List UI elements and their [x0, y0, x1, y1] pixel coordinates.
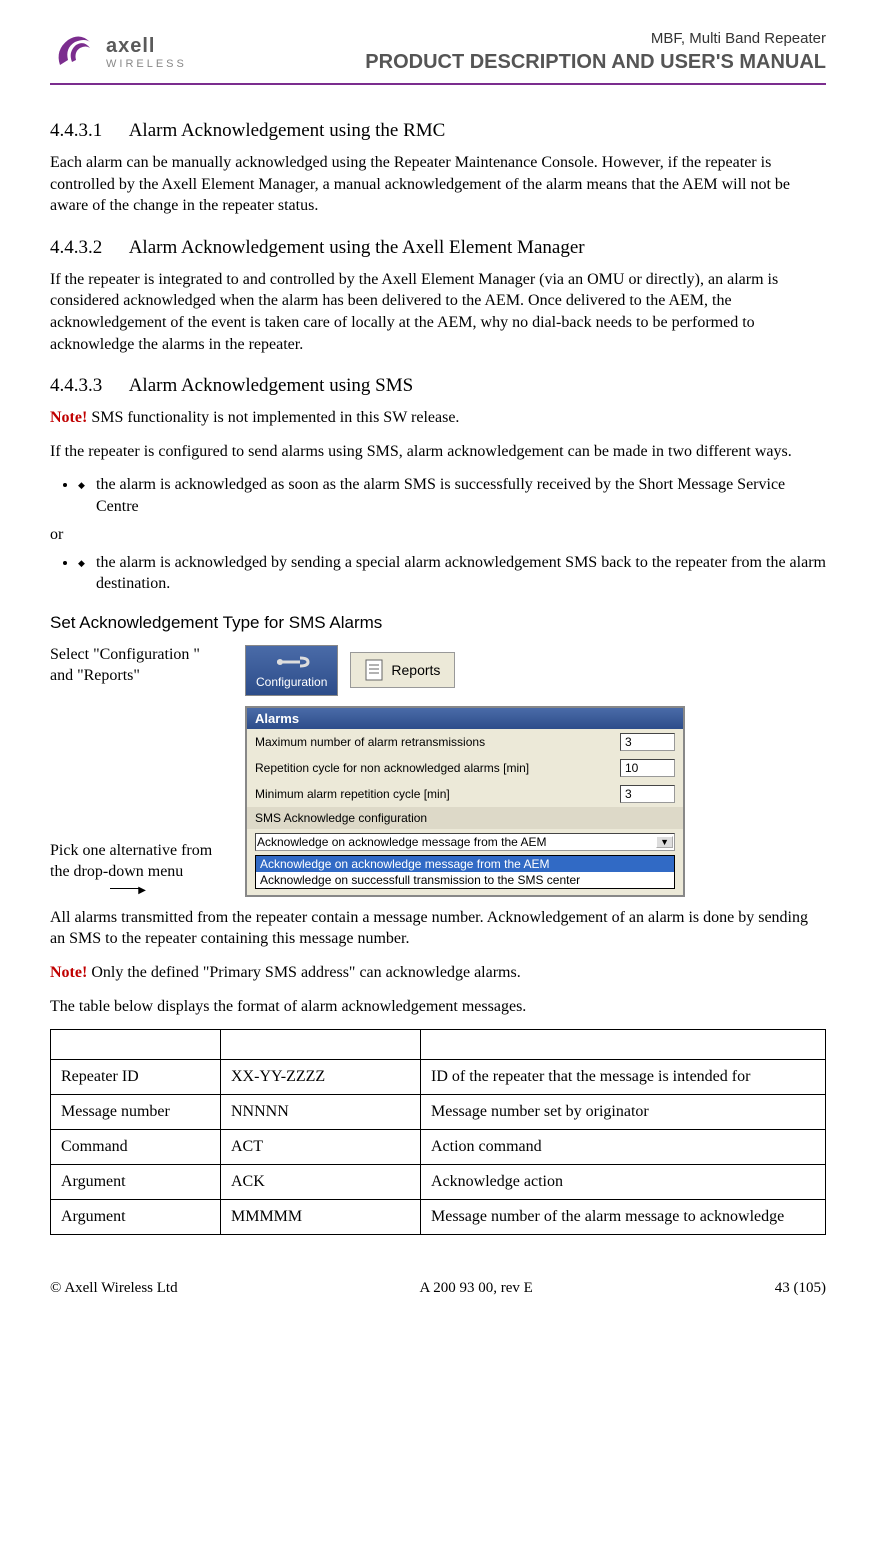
- logo-brand-text: axell: [106, 35, 187, 58]
- list-item: the alarm is acknowledged as soon as the…: [78, 474, 826, 517]
- footer-right: 43 (105): [775, 1280, 826, 1297]
- note-text: SMS functionality is not implemented in …: [87, 409, 459, 426]
- dropdown-options-list: Acknowledge on acknowledge message from …: [255, 855, 675, 889]
- section-4-4-3-3-heading: 4.4.3.3 Alarm Acknowledgement using SMS: [50, 375, 826, 397]
- note-label: Note!: [50, 964, 87, 981]
- sms-bullet-list: the alarm is acknowledged as soon as the…: [78, 474, 826, 517]
- reports-button-label: Reports: [391, 662, 440, 678]
- section-number: 4.4.3.3: [50, 375, 125, 397]
- logo: axell WIRELESS: [50, 30, 187, 75]
- alarms-panel: Alarms Maximum number of alarm retransmi…: [245, 706, 685, 897]
- dropdown-option-aem[interactable]: Acknowledge on acknowledge message from …: [256, 856, 674, 872]
- panel-label: Repetition cycle for non acknowledged al…: [255, 761, 612, 775]
- table-row: Argument MMMMM Message number of the ala…: [51, 1200, 826, 1235]
- table-row: [51, 1030, 826, 1060]
- panel-row-max-retrans: Maximum number of alarm retransmissions: [247, 729, 683, 755]
- chevron-down-icon: ▼: [656, 836, 673, 848]
- sms-bullet-list-2: the alarm is acknowledged by sending a s…: [78, 552, 826, 595]
- table-cell: [421, 1030, 826, 1060]
- footer-left: © Axell Wireless Ltd: [50, 1280, 178, 1297]
- sms-ack-dropdown[interactable]: Acknowledge on acknowledge message from …: [255, 833, 675, 851]
- table-cell: MMMMM: [221, 1200, 421, 1235]
- panel-row-min-cycle: Minimum alarm repetition cycle [min]: [247, 781, 683, 807]
- note-text: Only the defined "Primary SMS address" c…: [87, 964, 520, 981]
- table-cell: Message number: [51, 1095, 221, 1130]
- table-cell: Acknowledge action: [421, 1165, 826, 1200]
- dropdown-selected-value: Acknowledge on acknowledge message from …: [257, 835, 547, 849]
- post-text-2: The table below displays the format of a…: [50, 996, 826, 1018]
- table-row: Repeater ID XX-YY-ZZZZ ID of the repeate…: [51, 1060, 826, 1095]
- primary-sms-note: Note! Only the defined "Primary SMS addr…: [50, 962, 826, 984]
- table-cell: ID of the repeater that the message is i…: [421, 1060, 826, 1095]
- section-4-4-3-2-body: If the repeater is integrated to and con…: [50, 269, 826, 355]
- dropdown-option-sms-center[interactable]: Acknowledge on successfull transmission …: [256, 872, 674, 888]
- header-right: MBF, Multi Band Repeater PRODUCT DESCRIP…: [365, 30, 826, 74]
- post-text-1: All alarms transmitted from the repeater…: [50, 907, 826, 950]
- configuration-button[interactable]: Configuration: [245, 645, 338, 696]
- arrow-icon: ▶: [110, 888, 140, 889]
- header-title: PRODUCT DESCRIPTION AND USER'S MANUAL: [365, 51, 826, 74]
- step-1-label: Select "Configuration " and "Reports": [50, 645, 225, 687]
- table-row: Argument ACK Acknowledge action: [51, 1165, 826, 1200]
- table-cell: ACT: [221, 1130, 421, 1165]
- header-product: MBF, Multi Band Repeater: [365, 30, 826, 47]
- document-icon: [365, 659, 383, 681]
- section-4-4-3-1-heading: 4.4.3.1 Alarm Acknowledgement using the …: [50, 120, 826, 142]
- table-cell: Repeater ID: [51, 1060, 221, 1095]
- sms-body-1: If the repeater is configured to send al…: [50, 441, 826, 463]
- min-repetition-cycle-input[interactable]: [620, 785, 675, 803]
- repetition-cycle-input[interactable]: [620, 759, 675, 777]
- panel-row-rep-cycle: Repetition cycle for non acknowledged al…: [247, 755, 683, 781]
- section-title: Alarm Acknowledgement using the RMC: [129, 120, 446, 141]
- list-item: the alarm is acknowledged by sending a s…: [78, 552, 826, 595]
- reports-button[interactable]: Reports: [350, 652, 455, 688]
- panel-label: Maximum number of alarm retransmissions: [255, 735, 612, 749]
- max-retransmissions-input[interactable]: [620, 733, 675, 751]
- panel-label: Minimum alarm repetition cycle [min]: [255, 787, 612, 801]
- set-ack-subheading: Set Acknowledgement Type for SMS Alarms: [50, 613, 826, 633]
- section-title: Alarm Acknowledgement using SMS: [129, 375, 413, 396]
- table-cell: XX-YY-ZZZZ: [221, 1060, 421, 1095]
- table-cell: NNNNN: [221, 1095, 421, 1130]
- table-cell: Message number set by originator: [421, 1095, 826, 1130]
- table-cell: Message number of the alarm message to a…: [421, 1200, 826, 1235]
- wrench-icon: [272, 652, 312, 672]
- configuration-button-label: Configuration: [256, 675, 327, 689]
- note-label: Note!: [50, 409, 87, 426]
- table-cell: [51, 1030, 221, 1060]
- logo-sub-text: WIRELESS: [106, 58, 187, 70]
- sms-ack-config-label: SMS Acknowledge configuration: [247, 807, 683, 829]
- sms-note: Note! SMS functionality is not implement…: [50, 407, 826, 429]
- page-footer: © Axell Wireless Ltd A 200 93 00, rev E …: [50, 1280, 826, 1297]
- config-step-2: Pick one alternative from the drop-down …: [50, 706, 826, 897]
- section-4-4-3-2-heading: 4.4.3.2 Alarm Acknowledgement using the …: [50, 237, 826, 259]
- table-row: Command ACT Action command: [51, 1130, 826, 1165]
- alarms-panel-title: Alarms: [247, 708, 683, 729]
- section-title: Alarm Acknowledgement using the Axell El…: [129, 237, 585, 258]
- table-cell: Action command: [421, 1130, 826, 1165]
- table-cell: Argument: [51, 1165, 221, 1200]
- or-separator: or: [50, 526, 826, 544]
- section-4-4-3-1-body: Each alarm can be manually acknowledged …: [50, 152, 826, 217]
- config-step-1: Select "Configuration " and "Reports" Co…: [50, 645, 826, 696]
- table-cell: ACK: [221, 1165, 421, 1200]
- ack-message-format-table: Repeater ID XX-YY-ZZZZ ID of the repeate…: [50, 1029, 826, 1235]
- table-row: Message number NNNNN Message number set …: [51, 1095, 826, 1130]
- footer-center: A 200 93 00, rev E: [420, 1280, 533, 1297]
- section-number: 4.4.3.2: [50, 237, 125, 259]
- page-header: axell WIRELESS MBF, Multi Band Repeater …: [50, 30, 826, 85]
- table-cell: Command: [51, 1130, 221, 1165]
- logo-swirl-icon: [50, 30, 100, 75]
- step-2-label: Pick one alternative from the drop-down …: [50, 841, 225, 883]
- table-cell: [221, 1030, 421, 1060]
- table-cell: Argument: [51, 1200, 221, 1235]
- section-number: 4.4.3.1: [50, 120, 125, 142]
